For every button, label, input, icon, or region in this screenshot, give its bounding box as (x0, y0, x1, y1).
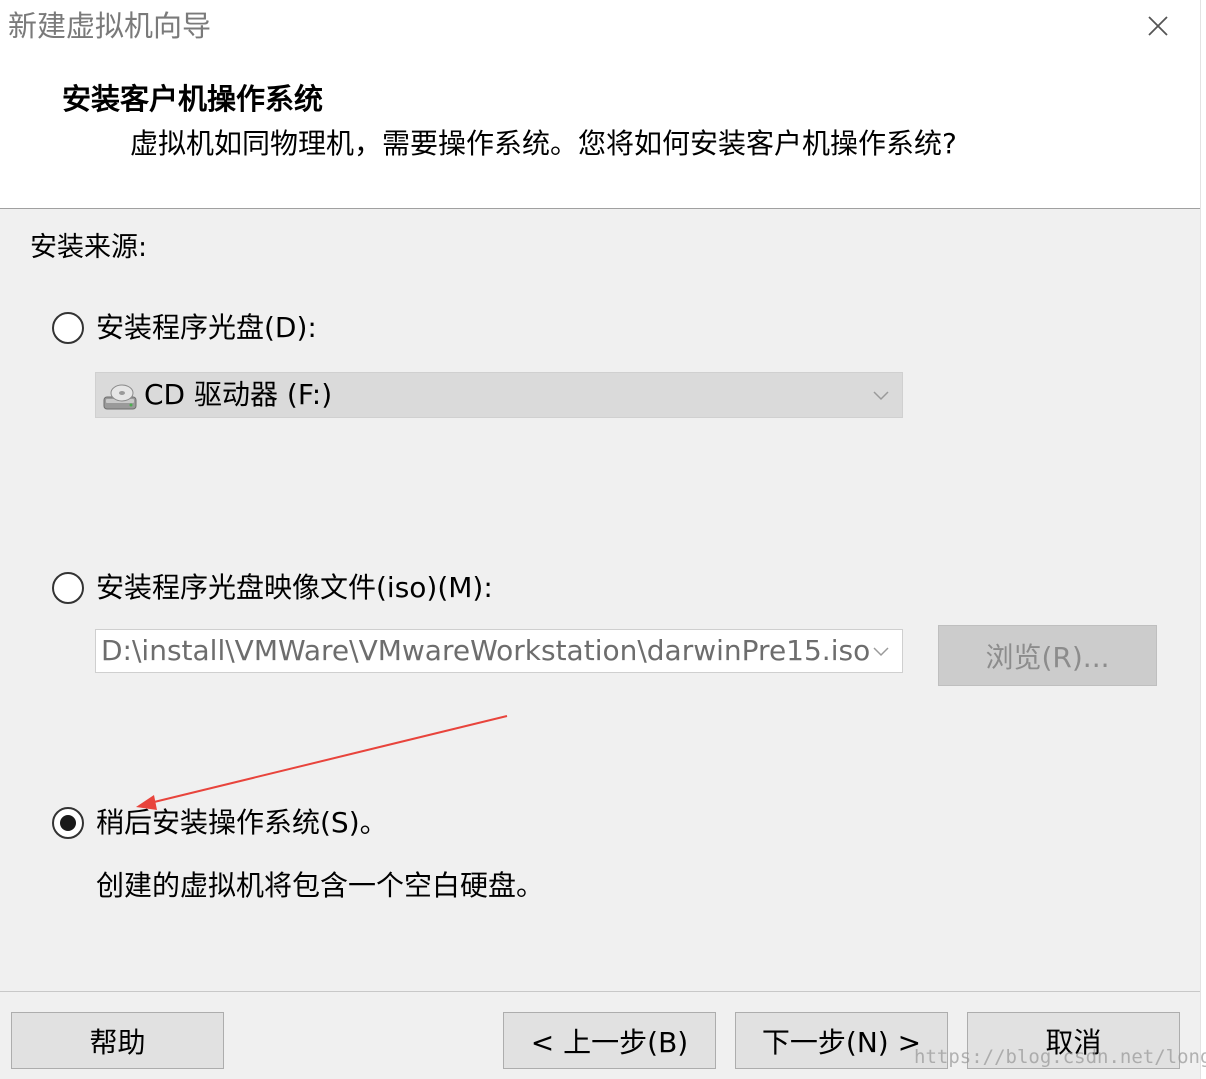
cd-drive-icon (103, 384, 137, 410)
cd-drive-value: CD 驱动器 (F:) (144, 378, 333, 411)
chevron-down-icon (873, 647, 889, 657)
install-source-label: 安装来源: (30, 232, 148, 263)
iso-path-value: D:\install\VMWare\VMwareWorkstation\darw… (101, 634, 871, 667)
iso-path-combobox[interactable]: D:\install\VMWare\VMwareWorkstation\darw… (95, 629, 903, 673)
page-subtitle: 虚拟机如同物理机，需要操作系统。您将如何安装客户机操作系统? (130, 127, 957, 160)
wizard-header: 安装客户机操作系统 虚拟机如同物理机，需要操作系统。您将如何安装客户机操作系统? (0, 56, 1200, 209)
wizard-window: 新建虚拟机向导 安装客户机操作系统 虚拟机如同物理机，需要操作系统。您将如何安装… (0, 0, 1200, 1079)
chevron-down-icon (873, 391, 889, 401)
close-icon (1148, 16, 1168, 36)
page-title: 安装客户机操作系统 (62, 82, 324, 116)
window-edge (1200, 0, 1206, 1079)
installer-disc-label[interactable]: 安装程序光盘(D): (96, 310, 317, 346)
window-title: 新建虚拟机向导 (8, 9, 212, 43)
watermark-text: https://blog.csdn.net/longji (914, 1046, 1206, 1068)
back-button[interactable]: < 上一步(B) (503, 1012, 716, 1069)
radio-installer-disc[interactable] (52, 312, 84, 344)
install-later-label[interactable]: 稍后安装操作系统(S)。 (96, 805, 388, 841)
cd-drive-select[interactable]: CD 驱动器 (F:) (95, 372, 903, 418)
browse-button[interactable]: 浏览(R)... (938, 625, 1157, 686)
radio-install-later[interactable] (52, 807, 84, 839)
title-bar: 新建虚拟机向导 (0, 0, 1200, 56)
close-button[interactable] (1132, 4, 1184, 48)
help-button[interactable]: 帮助 (11, 1012, 224, 1069)
install-later-description: 创建的虚拟机将包含一个空白硬盘。 (96, 869, 545, 902)
footer-divider (0, 991, 1200, 992)
radio-iso-image[interactable] (52, 572, 84, 604)
iso-image-label[interactable]: 安装程序光盘映像文件(iso)(M): (96, 570, 493, 606)
